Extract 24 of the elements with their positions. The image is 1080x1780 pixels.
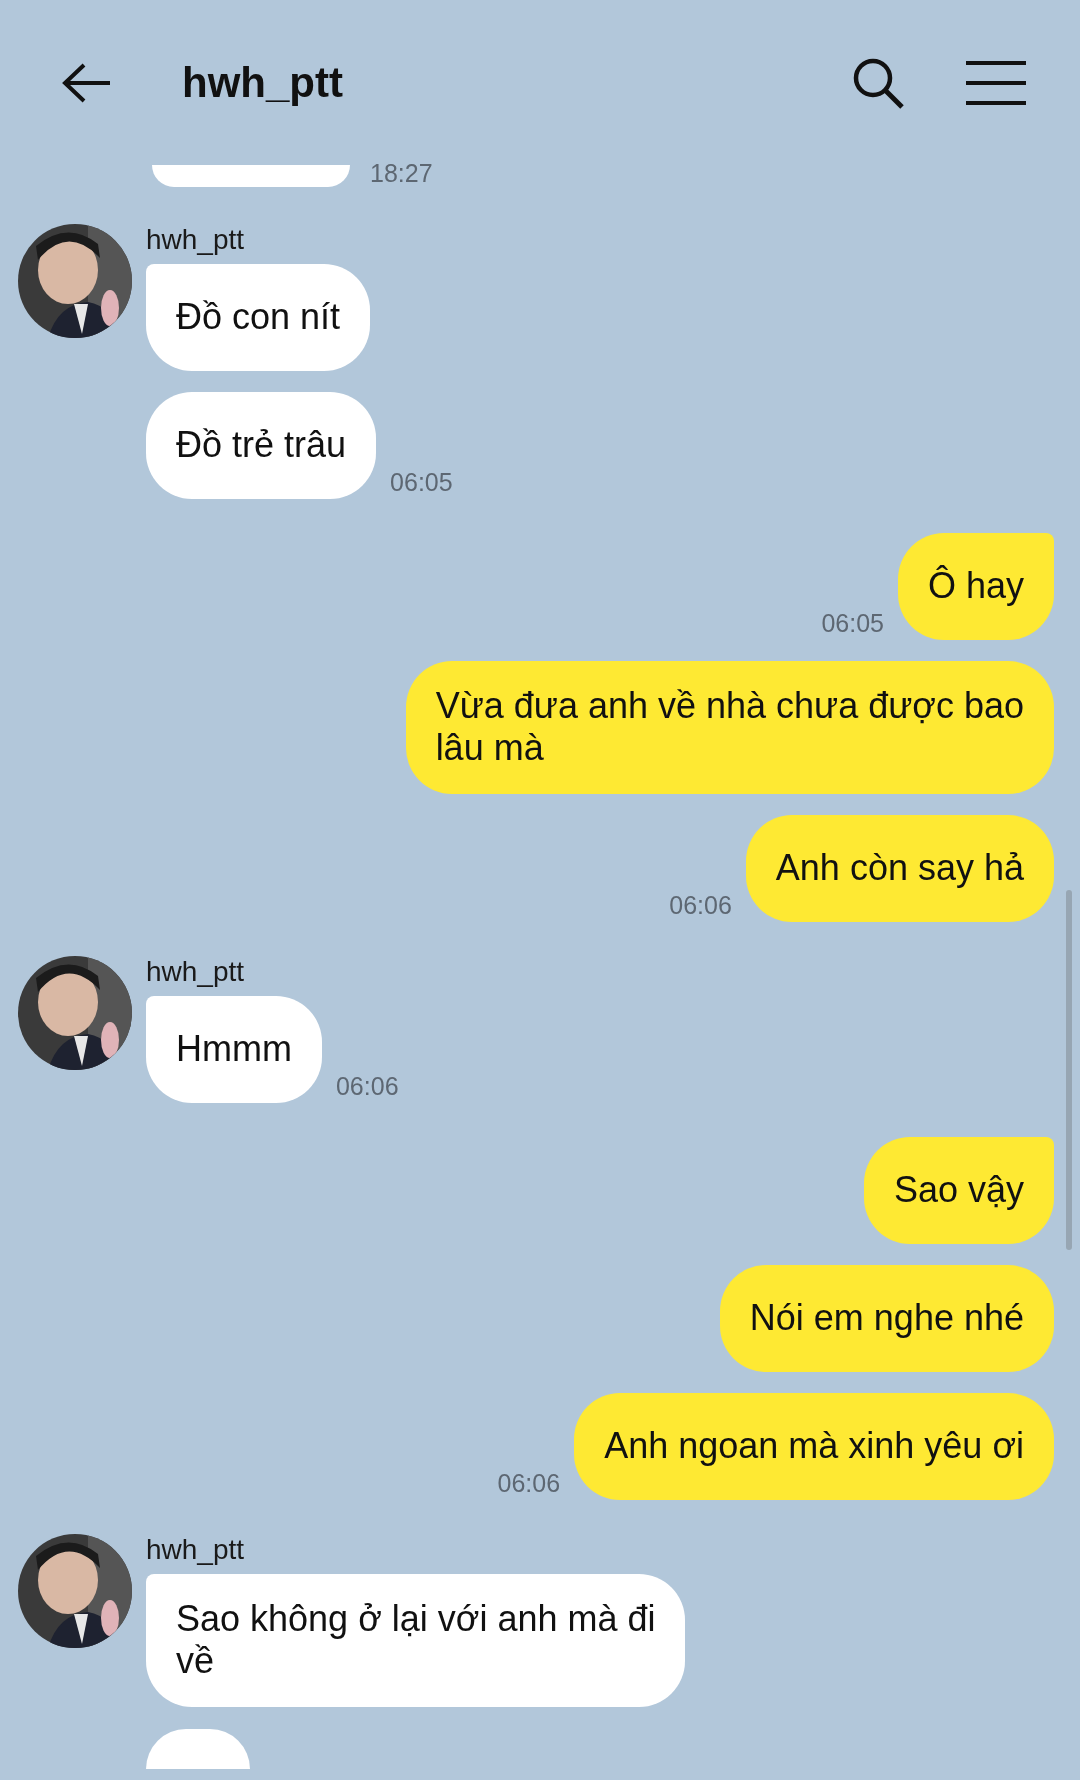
message-bubble: Nói em nghe nhé — [719, 1265, 1054, 1372]
message-bubble: Hmmm — [146, 996, 322, 1103]
message-time: 06:06 — [669, 891, 732, 921]
message-time: 06:05 — [390, 468, 453, 498]
menu-icon[interactable] — [966, 59, 1026, 106]
sender-name: hwh_ptt — [146, 224, 246, 256]
sender-name: hwh_ptt — [146, 1534, 246, 1566]
message-time: 06:05 — [821, 609, 884, 639]
search-icon[interactable] — [852, 56, 904, 109]
message-bubble: Sao không ở lại với anh mà đi về — [146, 1574, 686, 1707]
message-time: 06:06 — [497, 1469, 561, 1499]
message-bubble: Ô hay — [897, 533, 1054, 640]
message-bubble: Vừa đưa anh về nhà chưa được bao lâu mà — [405, 661, 1054, 794]
message-time: 18:27 — [370, 159, 433, 189]
chat-title: hwh_ptt — [182, 58, 343, 107]
message-bubble: Đồ con nít — [146, 264, 371, 371]
message-bubble: Đồ trẻ trâu — [146, 392, 377, 499]
message-time: 06:06 — [335, 1072, 399, 1102]
message-bubble: Anh còn say hả — [745, 815, 1054, 922]
message-bubble: Sao vậy — [863, 1137, 1054, 1244]
scrollbar[interactable] — [1066, 890, 1072, 1250]
back-arrow-icon[interactable] — [62, 62, 112, 103]
message-bubble: Anh ngoan mà xinh yêu ơi — [574, 1393, 1054, 1500]
sender-name: hwh_ptt — [146, 956, 246, 988]
